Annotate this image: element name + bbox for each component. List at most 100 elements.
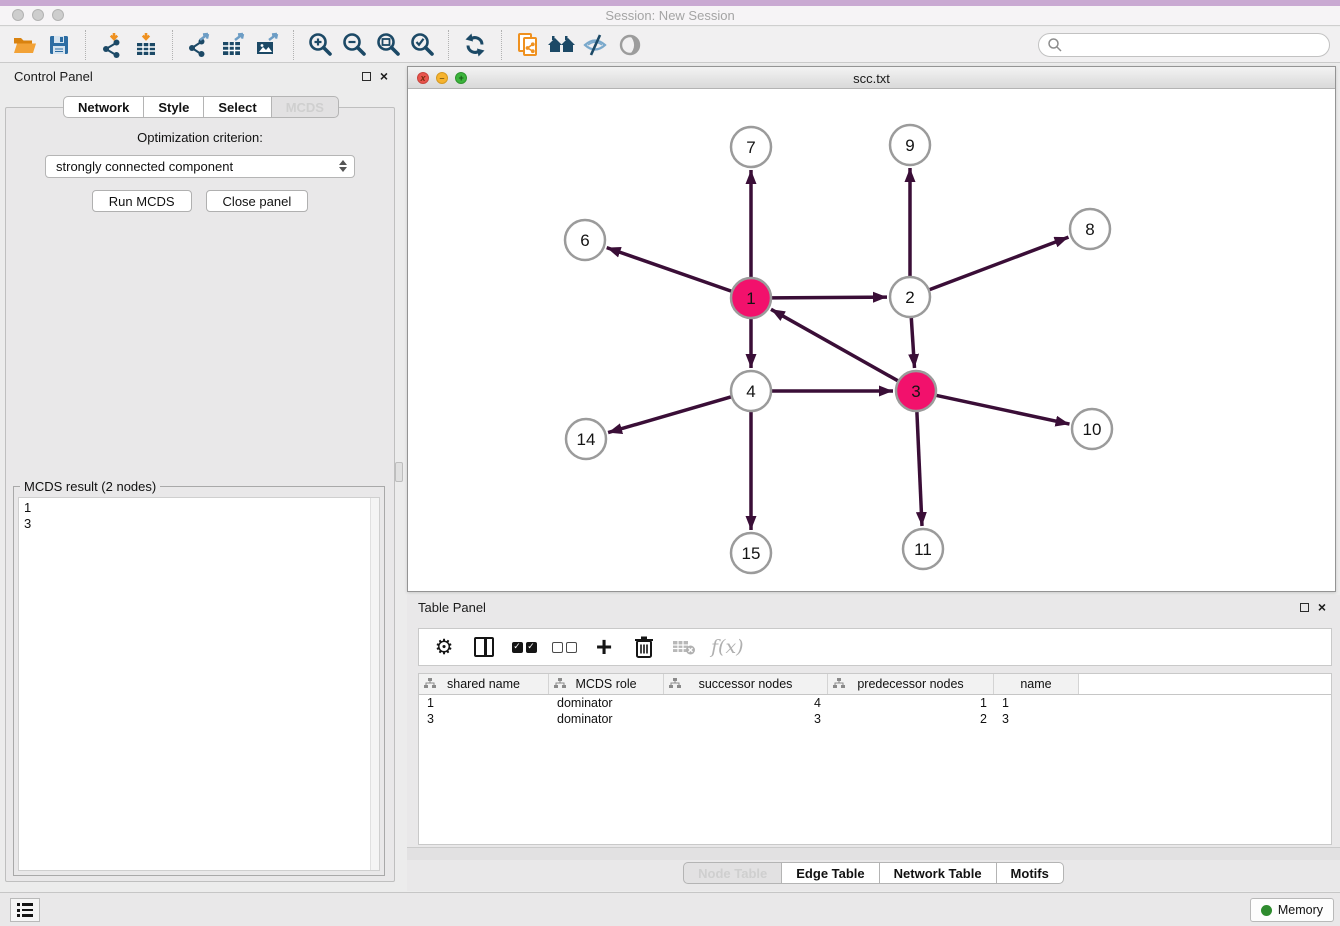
edge-3-10[interactable]: [937, 395, 1070, 424]
network-canvas[interactable]: 7 9 6 8 1 2 4 3 14 10 15 11: [408, 89, 1335, 592]
edge-3-1[interactable]: [771, 309, 898, 380]
table-cell[interactable]: 3: [664, 711, 828, 727]
edge-3-11[interactable]: [917, 412, 922, 526]
mcds-result-group: MCDS result (2 nodes) 1 3: [13, 486, 385, 876]
table-cell[interactable]: 4: [664, 695, 828, 711]
control-tab-mcds[interactable]: MCDS: [271, 96, 339, 118]
delete-column-icon[interactable]: [631, 632, 657, 662]
table-tab-node-table[interactable]: Node Table: [683, 862, 782, 884]
close-panel-icon[interactable]: ×: [380, 72, 388, 81]
column-header-predecessor-nodes[interactable]: predecessor nodes: [828, 674, 994, 694]
edge-4-14[interactable]: [608, 397, 731, 433]
table-cell[interactable]: 1: [994, 695, 1079, 711]
control-tab-network[interactable]: Network: [63, 96, 144, 118]
column-header-shared-name[interactable]: shared name: [419, 674, 549, 694]
node-2[interactable]: 2: [890, 277, 930, 317]
table-row[interactable]: 1dominator411: [419, 695, 1331, 711]
column-layout-icon[interactable]: [471, 632, 497, 662]
svg-text:14: 14: [577, 430, 596, 449]
svg-text:7: 7: [746, 138, 755, 157]
table-panel: Table Panel × ⚙ ✓✓ + f(x) shared nameMCD…: [407, 595, 1340, 891]
hierarchy-icon: [554, 678, 566, 692]
zoom-fit-icon[interactable]: [371, 29, 405, 61]
search-box[interactable]: [1038, 33, 1330, 57]
column-header-successor-nodes[interactable]: successor nodes: [664, 674, 828, 694]
node-11[interactable]: 11: [903, 529, 943, 569]
node-8[interactable]: 8: [1070, 209, 1110, 249]
column-header-MCDS-role[interactable]: MCDS role: [549, 674, 664, 694]
export-network-icon[interactable]: [182, 29, 216, 61]
table-header-row: shared nameMCDS rolesuccessor nodesprede…: [419, 674, 1331, 695]
home-icon[interactable]: [545, 29, 579, 61]
table-cell[interactable]: 1: [828, 695, 994, 711]
node-4[interactable]: 4: [731, 371, 771, 411]
refresh-icon[interactable]: [458, 29, 492, 61]
svg-text:3: 3: [911, 382, 920, 401]
network-window-titlebar[interactable]: x – + scc.txt: [408, 67, 1335, 89]
node-6[interactable]: 6: [565, 220, 605, 260]
svg-text:4: 4: [746, 382, 755, 401]
table-cell[interactable]: 1: [419, 695, 549, 711]
table-cell[interactable]: 3: [419, 711, 549, 727]
add-column-icon[interactable]: +: [591, 632, 617, 662]
node-table[interactable]: shared nameMCDS rolesuccessor nodesprede…: [418, 673, 1332, 845]
network-from-file-icon[interactable]: [511, 29, 545, 61]
table-tab-edge-table[interactable]: Edge Table: [781, 862, 879, 884]
node-14[interactable]: 14: [566, 419, 606, 459]
open-file-icon[interactable]: [8, 29, 42, 61]
float-panel-icon[interactable]: [362, 72, 371, 81]
control-tab-style[interactable]: Style: [143, 96, 204, 118]
show-graphics-icon[interactable]: [613, 29, 647, 61]
import-table-icon[interactable]: [129, 29, 163, 61]
table-cell[interactable]: dominator: [549, 711, 664, 727]
table-cell[interactable]: 3: [994, 711, 1079, 727]
export-table-icon[interactable]: [216, 29, 250, 61]
node-1[interactable]: 1: [731, 278, 771, 318]
node-9[interactable]: 9: [890, 125, 930, 165]
close-table-panel-icon[interactable]: ×: [1318, 603, 1326, 612]
panel-splitter-handle[interactable]: [395, 462, 403, 482]
float-table-panel-icon[interactable]: [1300, 603, 1309, 612]
hierarchy-icon: [669, 678, 681, 692]
task-history-button[interactable]: [10, 898, 40, 922]
hide-graphics-icon[interactable]: [579, 29, 613, 61]
export-image-icon[interactable]: [250, 29, 284, 61]
mcds-result-area[interactable]: 1 3: [18, 497, 380, 871]
result-scrollbar[interactable]: [370, 498, 379, 870]
memory-button[interactable]: Memory: [1250, 898, 1334, 922]
delete-table-icon[interactable]: [671, 632, 697, 662]
table-cell[interactable]: dominator: [549, 695, 664, 711]
import-network-icon[interactable]: [95, 29, 129, 61]
zoom-in-icon[interactable]: [303, 29, 337, 61]
edge-1-6[interactable]: [607, 248, 732, 292]
save-session-icon[interactable]: [42, 29, 76, 61]
criterion-dropdown[interactable]: strongly connected component: [45, 155, 355, 178]
node-7[interactable]: 7: [731, 127, 771, 167]
zoom-selected-icon[interactable]: [405, 29, 439, 61]
table-cell[interactable]: 2: [828, 711, 994, 727]
zoom-out-icon[interactable]: [337, 29, 371, 61]
control-tab-select[interactable]: Select: [203, 96, 271, 118]
app-window-title: Session: New Session: [0, 8, 1340, 23]
gear-icon[interactable]: ⚙: [431, 632, 457, 662]
edge-1-2[interactable]: [772, 297, 887, 298]
column-header-name[interactable]: name: [994, 674, 1079, 694]
node-10[interactable]: 10: [1072, 409, 1112, 449]
table-tab-network-table[interactable]: Network Table: [879, 862, 997, 884]
search-input[interactable]: [1063, 35, 1329, 55]
deselect-all-icon[interactable]: [551, 632, 577, 662]
header-filler: [1079, 674, 1331, 694]
svg-text:11: 11: [914, 540, 932, 559]
edge-2-8[interactable]: [930, 237, 1069, 290]
table-tab-motifs[interactable]: Motifs: [996, 862, 1064, 884]
function-builder-icon[interactable]: f(x): [711, 632, 744, 662]
node-3[interactable]: 3: [896, 371, 936, 411]
close-panel-button[interactable]: Close panel: [206, 190, 309, 212]
node-15[interactable]: 15: [731, 533, 771, 573]
select-all-icon[interactable]: ✓✓: [511, 632, 537, 662]
run-mcds-button[interactable]: Run MCDS: [92, 190, 192, 212]
edge-2-3[interactable]: [911, 318, 914, 368]
table-row[interactable]: 3dominator323: [419, 711, 1331, 727]
hierarchy-icon: [424, 678, 436, 692]
svg-text:1: 1: [746, 289, 755, 308]
